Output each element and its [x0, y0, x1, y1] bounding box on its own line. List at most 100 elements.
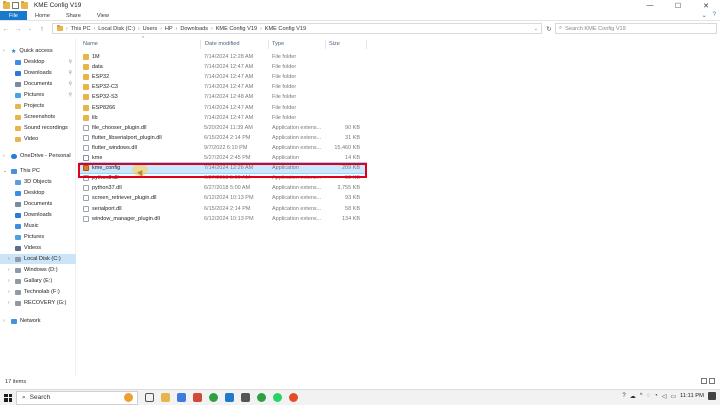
help-icon[interactable]: ? — [622, 393, 625, 399]
tab-file[interactable]: File — [0, 11, 28, 20]
forward-arrow-icon[interactable]: → — [12, 26, 24, 33]
wifi-icon[interactable]: ◔ — [654, 393, 658, 399]
clock[interactable]: 11:11 PM — [680, 393, 704, 399]
nav-pc-pictures[interactable]: Pictures — [0, 232, 76, 242]
column-divider[interactable] — [325, 40, 326, 49]
volume-icon[interactable]: ◁ — [662, 393, 667, 400]
file-row[interactable]: ESP8266 7/14/2024 12:47 AM File folder — [80, 103, 366, 113]
file-row[interactable]: file_chooser_plugin.dll 5/20/2024 11:39 A… — [80, 123, 366, 133]
address-bar[interactable]: › This PC › Local Disk (C:) › Users › HP… — [52, 23, 542, 34]
nav-quick-access[interactable]: › ★ Quick access — [0, 46, 76, 56]
column-divider[interactable] — [366, 40, 367, 49]
mail-icon[interactable] — [193, 393, 202, 402]
nav-onedrive[interactable]: › OneDrive - Personal — [0, 151, 76, 161]
chrome-icon[interactable] — [257, 393, 266, 402]
computer-icon — [11, 168, 17, 174]
nav-gallary-e[interactable]: › Gallary (E:) — [0, 276, 76, 286]
column-divider[interactable] — [200, 40, 201, 49]
breadcrumb-hp[interactable]: HP — [165, 26, 173, 32]
address-dropdown-icon[interactable]: ⌄ — [534, 26, 538, 32]
file-row[interactable]: serialport.dll 6/15/2024 2:14 PM Applicati… — [80, 204, 366, 214]
nav-screenshots[interactable]: Screenshots — [0, 112, 76, 122]
file-explorer-icon[interactable] — [161, 393, 170, 402]
whatsapp-icon[interactable] — [273, 393, 282, 402]
file-row[interactable]: flutter_libserialport_plugin.dll 6/15/202… — [80, 133, 366, 143]
notifications-icon[interactable] — [708, 392, 716, 400]
nav-pictures[interactable]: Pictures ⚲ — [0, 90, 76, 100]
store-icon[interactable] — [177, 393, 186, 402]
file-row[interactable]: ESP32 7/14/2024 12:47 AM File folder — [80, 72, 366, 82]
app-icon[interactable] — [241, 393, 250, 402]
file-row[interactable]: 1M 7/14/2024 12:28 AM File folder — [80, 52, 366, 62]
nav-desktop[interactable]: Desktop ⚲ — [0, 57, 76, 67]
nav-technolab-f[interactable]: › Technolab (F:) — [0, 287, 76, 297]
breadcrumb-downloads[interactable]: Downloads — [180, 26, 208, 32]
tab-home[interactable]: Home — [27, 11, 58, 20]
file-row[interactable]: kme 5/27/2024 2:45 PM Application 14 KB — [80, 153, 366, 163]
column-header-name[interactable]: Name — [83, 41, 98, 47]
nav-projects[interactable]: Projects — [0, 101, 76, 111]
details-view-icon[interactable] — [701, 378, 707, 384]
taskbar-search[interactable]: ⌕ Search — [16, 390, 138, 405]
column-header-type[interactable]: Type — [272, 41, 284, 47]
nav-downloads[interactable]: Downloads ⚲ — [0, 68, 76, 78]
network-icon[interactable]: ◌ — [647, 393, 651, 399]
tab-share[interactable]: Share — [58, 11, 89, 20]
file-type: Application extens... — [272, 215, 322, 222]
nav-sound-recordings[interactable]: Sound recordings — [0, 123, 76, 133]
nav-documents[interactable]: Documents ⚲ — [0, 79, 76, 89]
nav-recovery-g[interactable]: › RECOVERY (G:) — [0, 298, 76, 308]
nav-music[interactable]: Music — [0, 221, 76, 231]
nav-video[interactable]: Video — [0, 134, 76, 144]
nav-pc-downloads[interactable]: Downloads — [0, 210, 76, 220]
chrome-icon[interactable] — [209, 393, 218, 402]
breadcrumb-kme-config-1[interactable]: KME Config V19 — [216, 26, 257, 32]
nav-pc-documents[interactable]: Documents — [0, 199, 76, 209]
large-icons-view-icon[interactable] — [709, 378, 715, 384]
minimize-button[interactable]: — — [636, 0, 664, 11]
help-icon[interactable]: ? — [713, 12, 716, 19]
vscode-icon[interactable] — [225, 393, 234, 402]
file-row[interactable]: lib 7/14/2024 12:47 AM File folder — [80, 113, 366, 123]
file-row[interactable]: data 7/14/2024 12:47 AM File folder — [80, 62, 366, 72]
checkbox-icon[interactable] — [12, 2, 19, 9]
search-input[interactable]: ⌕ Search KME Config V19 — [555, 23, 717, 34]
file-row[interactable]: screen_retriever_plugin.dll 6/12/2024 10:… — [80, 193, 366, 203]
file-row[interactable]: window_manager_plugin.dll 6/12/2024 10:13… — [80, 214, 366, 224]
breadcrumb-local-disk[interactable]: Local Disk (C:) — [98, 26, 135, 32]
nav-local-disk-c[interactable]: › Local Disk (C:) — [0, 254, 76, 264]
file-row[interactable]: ESP32-S3 7/14/2024 12:48 AM File folder — [80, 92, 366, 102]
nav-network[interactable]: › Network — [0, 316, 76, 326]
column-header-size[interactable]: Size — [329, 41, 340, 47]
up-arrow-icon[interactable]: ↑ — [36, 26, 48, 33]
refresh-icon[interactable]: ↻ — [544, 23, 554, 34]
breadcrumb-users[interactable]: Users — [143, 26, 158, 32]
tab-view[interactable]: View — [89, 11, 117, 20]
nav-videos[interactable]: Videos — [0, 243, 76, 253]
column-divider[interactable] — [268, 40, 269, 49]
breadcrumb-this-pc[interactable]: This PC — [71, 26, 91, 32]
chevron-down-icon[interactable]: ⌄ — [702, 12, 707, 19]
new-folder-icon[interactable] — [21, 1, 28, 9]
weather-icon[interactable]: ☁ — [630, 393, 636, 400]
nav-windows-d[interactable]: › Windows (D:) — [0, 265, 76, 275]
task-view-icon[interactable] — [145, 393, 154, 402]
file-row[interactable]: ESP32-C3 7/14/2024 12:47 AM File folder — [80, 82, 366, 92]
nav-pc-desktop[interactable]: Desktop — [0, 188, 76, 198]
back-arrow-icon[interactable]: ← — [0, 26, 12, 33]
pin-icon: ⚲ — [68, 81, 72, 87]
chevron-up-icon[interactable]: ^ — [640, 393, 643, 399]
file-row[interactable]: flutter_windows.dll 9/7/2022 6:10 PM Appli… — [80, 143, 366, 153]
chrome-icon[interactable] — [289, 393, 298, 402]
column-header-date[interactable]: Date modified — [205, 41, 240, 47]
nav-3d-objects[interactable]: 3D Objects — [0, 177, 76, 187]
close-button[interactable]: ✕ — [692, 0, 720, 11]
maximize-button[interactable]: ☐ — [664, 0, 692, 11]
recent-chevron-icon[interactable]: ⌄ — [24, 26, 36, 32]
breadcrumb-kme-config-2[interactable]: KME Config V19 — [265, 26, 306, 32]
nav-this-pc[interactable]: ⌄ This PC — [0, 166, 76, 176]
battery-icon[interactable]: ▭ — [670, 393, 676, 400]
file-row[interactable]: python37.dll 6/27/2018 5:00 AM Application… — [80, 183, 366, 193]
start-button[interactable] — [0, 390, 16, 405]
file-name: flutter_libserialport_plugin.dll — [92, 134, 162, 141]
